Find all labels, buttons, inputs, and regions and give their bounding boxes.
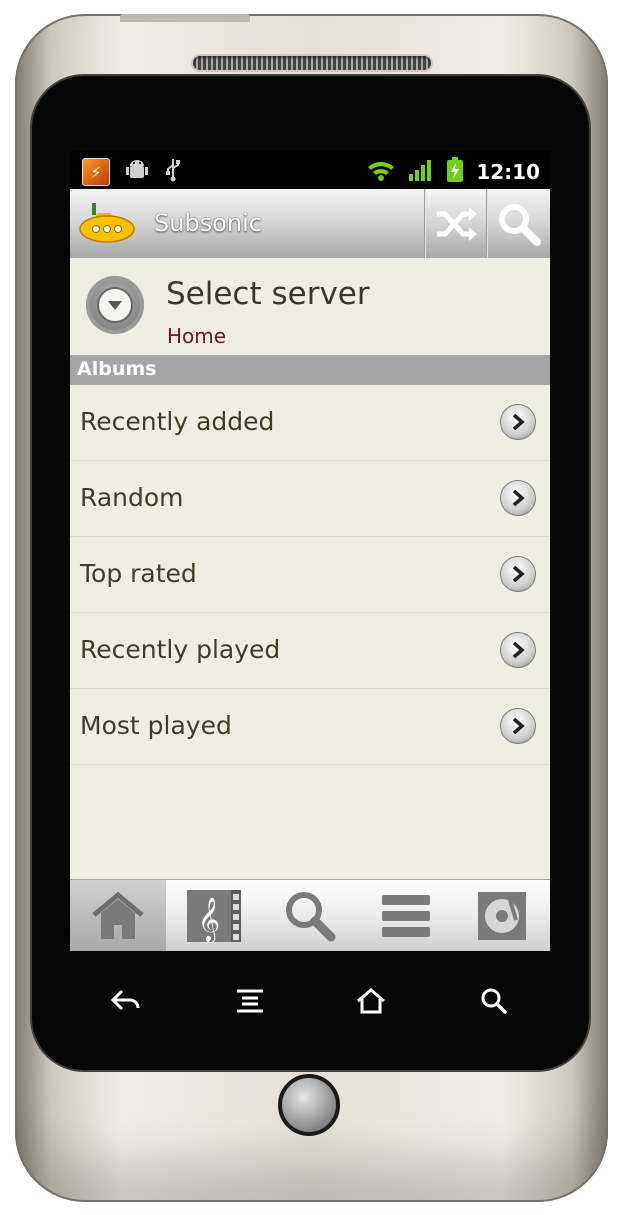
home-icon <box>357 988 385 1014</box>
status-bar: ⚡ 12:10 <box>70 151 550 189</box>
list-item-recently-played[interactable]: Recently played <box>70 613 550 689</box>
battery-charging-icon <box>446 157 464 187</box>
library-icon: 𝄞 <box>187 889 241 943</box>
back-softkey[interactable] <box>106 984 146 1018</box>
playlist-icon <box>382 894 430 937</box>
section-header-label: Albums <box>77 358 157 380</box>
screen: ⚡ 12:10 Subsonic Select server Home Albu… <box>70 151 550 951</box>
android-debug-icon <box>126 158 148 186</box>
menu-icon <box>237 989 263 1013</box>
list-item-label: Recently added <box>80 407 275 436</box>
search-softkey[interactable] <box>474 984 514 1018</box>
search-icon <box>499 203 541 246</box>
chevron-right-icon <box>500 480 536 516</box>
submarine-logo-icon[interactable] <box>78 201 136 245</box>
hardware-softkeys <box>70 960 550 1040</box>
signal-icon <box>408 158 434 186</box>
phone-top-button <box>120 14 250 22</box>
shuffle-button[interactable] <box>426 189 488 258</box>
chevron-right-icon <box>500 708 536 744</box>
action-bar: Subsonic <box>70 189 550 258</box>
search-button[interactable] <box>488 189 550 258</box>
chevron-right-icon <box>500 556 536 592</box>
search-icon <box>286 891 336 941</box>
list-item-label: Recently played <box>80 635 281 664</box>
tab-now-playing[interactable] <box>454 880 550 951</box>
bottom-tab-bar: 𝄞 <box>70 879 550 951</box>
list-item-top-rated[interactable]: Top rated <box>70 537 550 613</box>
list-item-label: Random <box>80 483 184 512</box>
menu-softkey[interactable] <box>230 984 270 1018</box>
wifi-icon <box>366 158 396 186</box>
usb-icon <box>164 157 182 187</box>
album-list: Recently added Random Top rated Recently… <box>70 385 550 765</box>
list-item-label: Top rated <box>80 559 197 588</box>
trackball-button[interactable] <box>278 1074 340 1136</box>
tab-home[interactable] <box>70 880 166 951</box>
home-softkey[interactable] <box>351 984 391 1018</box>
dropdown-circle-icon <box>86 276 144 334</box>
subsonic-notification-icon: ⚡ <box>82 158 110 186</box>
search-icon <box>481 988 507 1014</box>
chevron-right-icon <box>500 632 536 668</box>
server-title: Select server <box>166 276 370 312</box>
list-item-most-played[interactable]: Most played <box>70 689 550 765</box>
earpiece-speaker <box>193 56 431 70</box>
tab-library[interactable]: 𝄞 <box>166 880 262 951</box>
tab-search[interactable] <box>262 880 358 951</box>
app-title: Subsonic <box>154 209 262 237</box>
albums-section-header: Albums <box>70 355 550 385</box>
list-item-label: Most played <box>80 711 232 740</box>
list-item-recently-added[interactable]: Recently added <box>70 385 550 461</box>
now-playing-icon <box>478 891 526 940</box>
home-icon <box>92 891 144 939</box>
shuffle-icon <box>437 206 477 241</box>
list-item-random[interactable]: Random <box>70 461 550 537</box>
tab-playlists[interactable] <box>358 880 454 951</box>
status-clock: 12:10 <box>476 160 540 184</box>
svg-text:𝄞: 𝄞 <box>198 897 220 943</box>
select-server-row[interactable]: Select server Home <box>70 258 550 355</box>
back-icon <box>110 989 140 1011</box>
server-subtitle: Home <box>167 324 227 348</box>
chevron-right-icon <box>500 404 536 440</box>
